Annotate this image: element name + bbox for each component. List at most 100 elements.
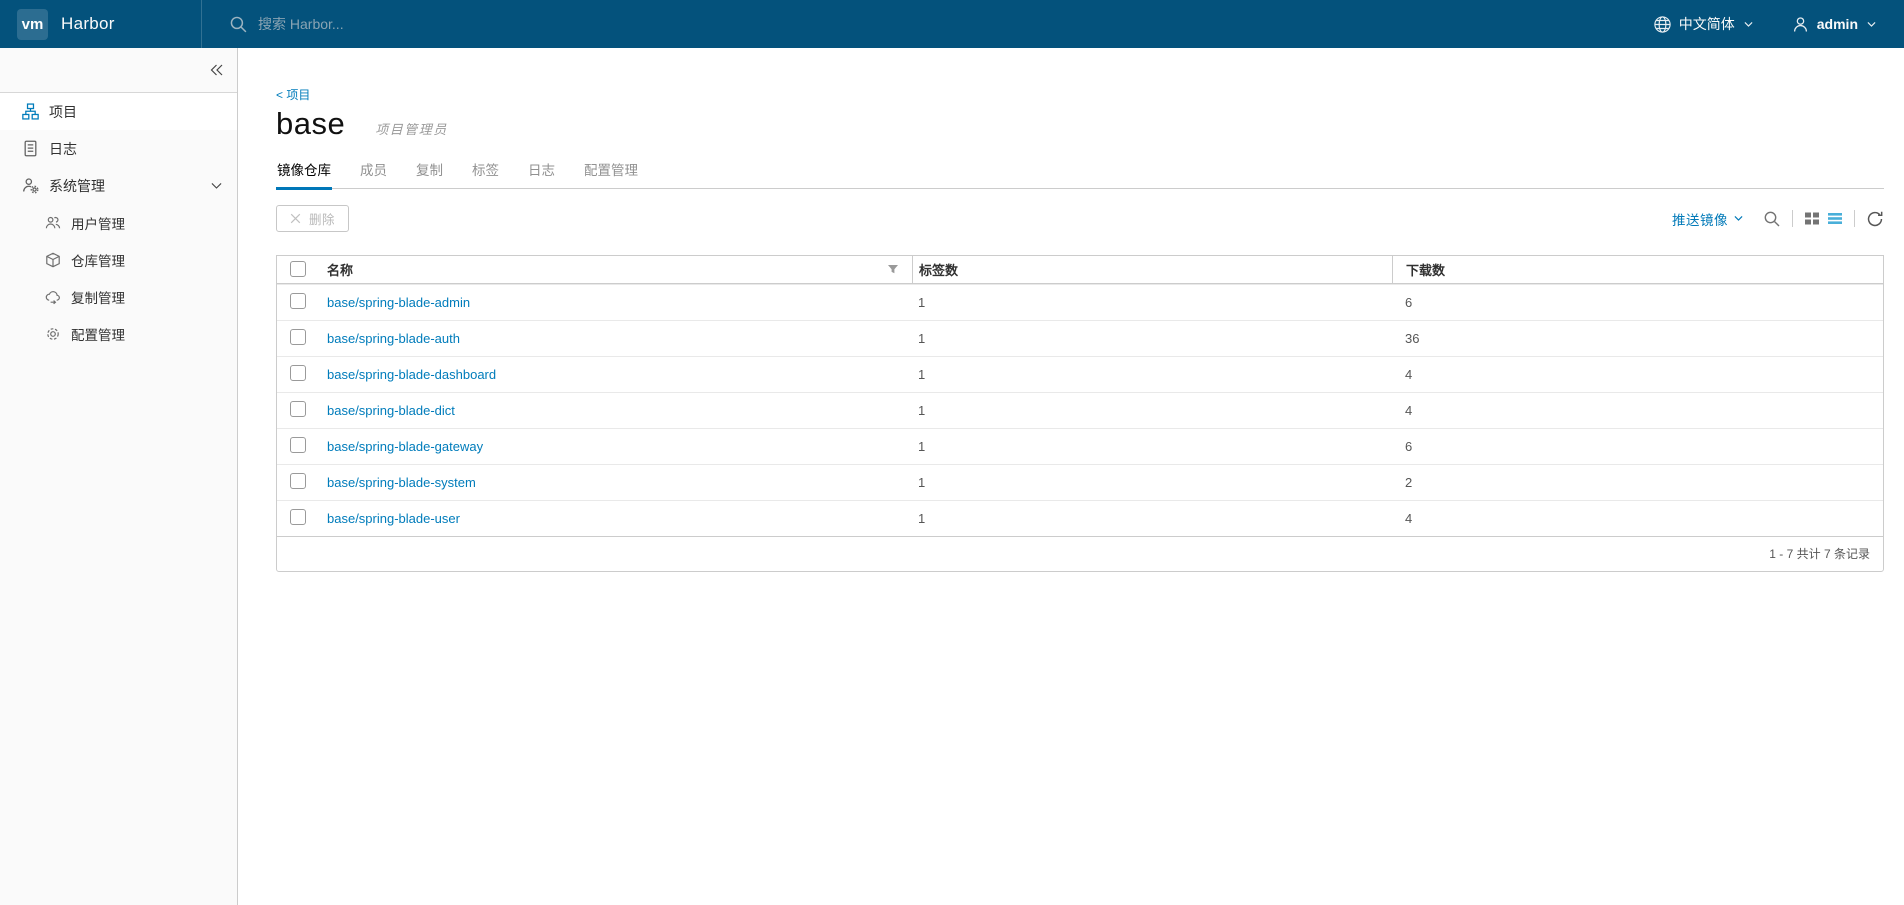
table-row: base/spring-blade-dashboard 1 4 xyxy=(277,355,1883,392)
vmware-logo: vm xyxy=(17,8,48,40)
downloads-count: 6 xyxy=(1405,294,1413,310)
row-checkbox[interactable] xyxy=(290,328,306,345)
row-checkbox[interactable] xyxy=(290,364,306,381)
downloads-count: 4 xyxy=(1405,402,1413,418)
toolbar: 删除 推送镜像 xyxy=(276,204,1884,234)
downloads-count: 36 xyxy=(1405,330,1420,346)
table-header-row: 名称 标签数 下载数 xyxy=(277,255,1883,284)
sidebar-item-label: 系统管理 xyxy=(49,177,105,194)
sidebar-item-user-management[interactable]: 用户管理 xyxy=(0,204,237,241)
search-input[interactable] xyxy=(258,16,678,32)
row-checkbox[interactable] xyxy=(290,292,306,309)
push-image-button[interactable]: 推送镜像 xyxy=(1672,209,1743,229)
toolbar-divider xyxy=(1854,210,1855,228)
sidebar-item-system-admin[interactable]: 系统管理 xyxy=(0,167,237,204)
repo-link[interactable]: base/spring-blade-user xyxy=(327,511,460,526)
row-checkbox[interactable] xyxy=(290,400,306,417)
globe-icon xyxy=(1653,15,1672,34)
app-title: Harbor xyxy=(61,14,115,33)
repo-link[interactable]: base/spring-blade-dict xyxy=(327,403,455,418)
tab-configuration[interactable]: 配置管理 xyxy=(583,154,639,188)
record-count-label: 1 - 7 共计 7 条记录 xyxy=(1769,547,1870,562)
sidebar-collapse-button[interactable] xyxy=(0,48,237,93)
tab-members[interactable]: 成员 xyxy=(359,154,388,188)
table-header-checkbox-cell xyxy=(277,256,327,283)
language-label: 中文简体 xyxy=(1678,16,1735,32)
downloads-count: 4 xyxy=(1405,366,1413,382)
column-header-name: 名称 xyxy=(327,256,912,283)
sidebar-item-label: 仓库管理 xyxy=(71,253,125,269)
tags-count: 1 xyxy=(918,438,926,454)
tags-count: 1 xyxy=(918,330,926,346)
collapse-icon xyxy=(209,63,224,77)
sidebar-item-label: 复制管理 xyxy=(71,290,125,306)
downloads-count: 2 xyxy=(1405,474,1413,490)
push-image-label: 推送镜像 xyxy=(1672,212,1728,228)
repositories-table: 名称 标签数 下载数 base/spring-blade-admin 1 6 b… xyxy=(276,254,1884,572)
tab-replication[interactable]: 复制 xyxy=(415,154,444,188)
tab-logs[interactable]: 日志 xyxy=(527,154,556,188)
column-header-tags: 标签数 xyxy=(912,255,1392,283)
users-icon xyxy=(45,215,61,231)
sidebar: 项目 日志 系统管理 用户管理 仓库管理 复制管理 配置管理 xyxy=(0,48,238,905)
user-menu[interactable]: admin xyxy=(1791,15,1876,34)
refresh-button[interactable] xyxy=(1866,210,1884,228)
sidebar-item-label: 配置管理 xyxy=(71,327,125,343)
tags-count: 1 xyxy=(918,402,926,418)
repo-link[interactable]: base/spring-blade-auth xyxy=(327,331,460,346)
toolbar-right: 推送镜像 xyxy=(1672,209,1884,229)
delete-button-label: 删除 xyxy=(309,213,336,228)
sidebar-item-logs[interactable]: 日志 xyxy=(0,130,237,167)
repo-link[interactable]: base/spring-blade-gateway xyxy=(327,439,483,454)
header-search xyxy=(229,15,1653,34)
table-row: base/spring-blade-auth 1 36 xyxy=(277,319,1883,356)
gear-icon xyxy=(45,326,61,342)
search-icon xyxy=(229,15,248,34)
list-view-button[interactable] xyxy=(1827,211,1843,226)
system-admin-icon xyxy=(22,177,39,194)
app-header: vm Harbor 中文简体 xyxy=(0,0,1904,48)
language-selector[interactable]: 中文简体 xyxy=(1653,14,1753,34)
tab-labels[interactable]: 标签 xyxy=(471,154,500,188)
x-icon xyxy=(290,213,301,224)
header-actions: 中文简体 admin xyxy=(1653,14,1904,34)
table-row: base/spring-blade-dict 1 4 xyxy=(277,391,1883,428)
table-row: base/spring-blade-admin 1 6 xyxy=(277,283,1883,320)
vmware-logo-text: vm xyxy=(21,15,44,33)
table-footer: 1 - 7 共计 7 条记录 xyxy=(277,535,1883,571)
header-divider xyxy=(201,0,202,48)
chevron-down-icon xyxy=(1744,21,1753,28)
row-checkbox[interactable] xyxy=(290,508,306,525)
chevron-down-icon xyxy=(211,182,222,190)
sidebar-item-projects[interactable]: 项目 xyxy=(0,93,237,130)
sidebar-item-registry-management[interactable]: 仓库管理 xyxy=(0,241,237,278)
table-row: base/spring-blade-gateway 1 6 xyxy=(277,427,1883,464)
sidebar-item-label: 日志 xyxy=(49,140,77,157)
downloads-count: 4 xyxy=(1405,510,1413,526)
grid-view-button[interactable] xyxy=(1804,211,1820,226)
column-header-name-label: 名称 xyxy=(327,262,354,278)
delete-button[interactable]: 删除 xyxy=(276,205,350,233)
tab-bar: 镜像仓库 成员 复制 标签 日志 配置管理 xyxy=(276,154,1884,190)
tags-count: 1 xyxy=(918,510,926,526)
row-checkbox[interactable] xyxy=(290,436,306,453)
sidebar-item-config-management[interactable]: 配置管理 xyxy=(0,315,237,352)
breadcrumb[interactable]: < 项目 xyxy=(276,86,310,103)
repo-link[interactable]: base/spring-blade-dashboard xyxy=(327,367,496,382)
select-all-checkbox[interactable] xyxy=(290,261,306,278)
tags-count: 1 xyxy=(918,294,926,310)
chevron-down-icon xyxy=(1734,215,1743,222)
branding[interactable]: vm Harbor xyxy=(0,0,201,48)
tab-repositories[interactable]: 镜像仓库 xyxy=(276,154,332,190)
page-title: base xyxy=(276,106,346,141)
filter-icon[interactable] xyxy=(887,264,899,275)
sidebar-item-replication-management[interactable]: 复制管理 xyxy=(0,278,237,315)
row-checkbox[interactable] xyxy=(290,472,306,489)
role-badge: 项目管理员 xyxy=(375,122,448,137)
main-content: < 项目 base 项目管理员 镜像仓库 成员 复制 标签 日志 配置管理 删除… xyxy=(239,48,1904,572)
repo-link[interactable]: base/spring-blade-system xyxy=(327,475,476,490)
search-repositories-button[interactable] xyxy=(1763,210,1781,228)
sidebar-nav: 项目 日志 系统管理 用户管理 仓库管理 复制管理 配置管理 xyxy=(0,93,237,352)
replication-cloud-icon xyxy=(45,289,61,305)
repo-link[interactable]: base/spring-blade-admin xyxy=(327,295,470,310)
